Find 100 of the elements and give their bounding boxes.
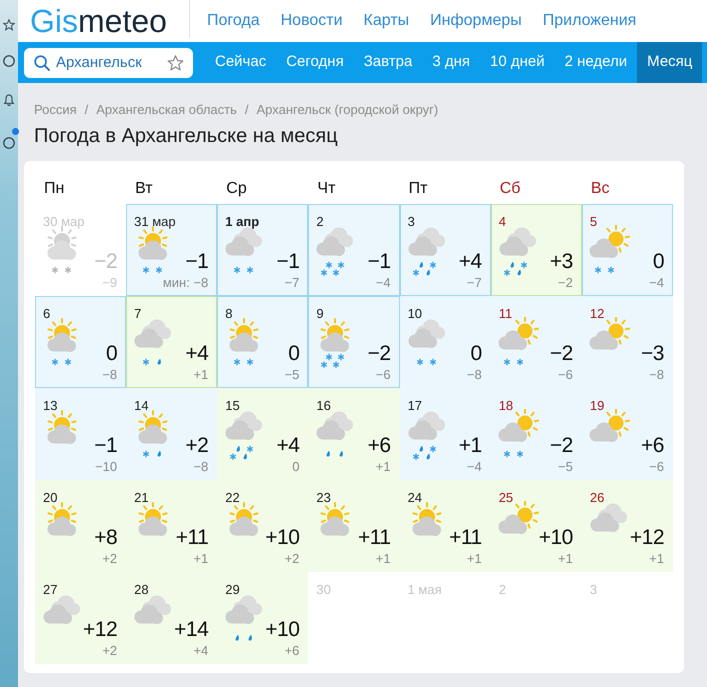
- sun-cloud-icon: [319, 501, 352, 537]
- day-cell[interactable]: 12 −3 −8: [582, 296, 673, 388]
- day-temp: +11: [358, 527, 391, 549]
- clouds-sleet-icon: [134, 317, 172, 366]
- day-cell[interactable]: 19 +6 −6: [582, 388, 673, 480]
- day-min-temp: +2: [284, 552, 300, 565]
- day-date: 30: [316, 582, 331, 597]
- day-cell[interactable]: 2 −1 −4: [308, 204, 400, 296]
- day-cell[interactable]: 5 0 −4: [582, 204, 673, 296]
- day-date: 17: [408, 398, 422, 413]
- day-cell[interactable]: 18 −2 −5: [490, 388, 582, 480]
- day-cell[interactable]: 21 +11 +1: [126, 480, 218, 572]
- day-date: 30 мар: [43, 214, 84, 229]
- day-min-temp: −8: [193, 460, 208, 473]
- day-min-temp: −10: [95, 460, 118, 473]
- sun-cloud-icon: [46, 409, 78, 445]
- day-date: 6: [43, 306, 50, 321]
- circle-icon[interactable]: [3, 137, 15, 149]
- sun-cloud-icon: [588, 409, 630, 443]
- day-cell[interactable]: 25 +10 +1: [490, 480, 582, 572]
- search-icon: [34, 54, 50, 70]
- search-field[interactable]: Архангельск: [24, 48, 193, 78]
- day-date: 25: [498, 490, 514, 505]
- clouds-snow-icon: [408, 317, 446, 366]
- day-min-temp: −8: [649, 368, 664, 381]
- day-min-temp: +1: [649, 552, 664, 565]
- tab[interactable]: Месяц: [637, 42, 702, 83]
- day-cell[interactable]: 22 +10 +2: [217, 480, 308, 572]
- day-min-temp: 0: [292, 460, 300, 473]
- sun-cloud-icon: [137, 501, 170, 537]
- day-cell[interactable]: 29 +10 +6: [217, 572, 308, 664]
- breadcrumb-separator: /: [244, 102, 249, 118]
- circle-icon[interactable]: [3, 55, 15, 67]
- day-cell[interactable]: 14 +2 −8: [126, 388, 218, 480]
- nav-link[interactable]: Новости: [280, 11, 343, 31]
- day-cell[interactable]: 8 0 −5: [217, 296, 308, 388]
- day-min-temp: +1: [376, 460, 391, 473]
- day-cell[interactable]: 4 +3 −2: [490, 204, 582, 296]
- day-cell[interactable]: 20 +8 +2: [35, 480, 126, 572]
- day-date: 10: [408, 306, 422, 321]
- sun-cloud-snow-icon: [228, 317, 260, 366]
- day-cell[interactable]: 3 +4 −7: [400, 204, 491, 296]
- day-cell[interactable]: 10 0 −8: [400, 296, 491, 388]
- day-cell[interactable]: 15 +4 0: [217, 388, 308, 480]
- day-cell[interactable]: 9 −2 −6: [308, 296, 400, 388]
- day-temp: +10: [265, 527, 300, 549]
- weekday-label: Сб: [500, 180, 520, 198]
- day-date: 23: [316, 490, 331, 505]
- day-cell[interactable]: 27 +12 +2: [35, 572, 126, 664]
- day-date: 24: [408, 490, 422, 505]
- day-cell[interactable]: 24 +11 +1: [400, 480, 491, 572]
- nav-link[interactable]: Карты: [364, 11, 410, 31]
- page-title: Погода в Архангельске на месяц: [34, 124, 339, 149]
- day-cell[interactable]: 17 +1 −4: [400, 388, 491, 480]
- sun-cloud-snow-icon: [498, 317, 539, 366]
- bell-icon[interactable]: [3, 94, 15, 106]
- day-cell[interactable]: 11 −2 −6: [490, 296, 582, 388]
- star-icon[interactable]: [167, 54, 184, 70]
- logo[interactable]: Gismeteo: [30, 3, 167, 39]
- day-cell[interactable]: 7 +4 +1: [126, 296, 218, 388]
- day-temp: 0: [288, 343, 300, 365]
- day-cell[interactable]: 26 +12 +1: [582, 480, 673, 572]
- day-temp: +10: [265, 619, 300, 641]
- day-cell[interactable]: 13 −1 −10: [35, 388, 126, 480]
- day-temp: −2: [368, 343, 391, 365]
- day-date: 1 апр: [225, 214, 260, 229]
- day-cell[interactable]: 1 апр −1 −7: [217, 204, 308, 296]
- day-cell[interactable]: 28 +14 +4: [126, 572, 218, 664]
- day-date: 19: [590, 398, 604, 413]
- day-date: 2: [316, 214, 324, 229]
- day-temp: 0: [106, 343, 118, 365]
- day-temp: −1: [94, 435, 118, 457]
- star-icon[interactable]: [3, 19, 15, 31]
- day-cell[interactable]: 31 мар −1 мин: −8: [126, 204, 218, 296]
- day-date: 28: [134, 582, 149, 597]
- day-temp: −1: [185, 251, 208, 273]
- day-date: 4: [498, 214, 506, 229]
- day-temp: −2: [550, 435, 573, 457]
- day-date: 13: [43, 398, 58, 413]
- nav-link[interactable]: Погода: [206, 11, 260, 31]
- day-date: 20: [43, 490, 58, 505]
- clouds-sleet-icon: [408, 225, 446, 276]
- day-cell[interactable]: 6 0 −8: [35, 296, 126, 388]
- day-min-temp: −6: [649, 460, 664, 473]
- day-date: 31 мар: [134, 214, 176, 229]
- day-temp: +2: [185, 435, 208, 457]
- sun-cloud-icon: [228, 501, 260, 537]
- sun-cloud-sleet-icon: [137, 409, 170, 458]
- weekday-label: Пн: [44, 180, 64, 198]
- day-cell[interactable]: 16 +6 +1: [308, 388, 400, 480]
- day-date: 12: [590, 306, 604, 321]
- day-temp: +6: [368, 435, 391, 457]
- nav-link[interactable]: Информеры: [430, 11, 522, 31]
- weekday-label: Ср: [226, 180, 247, 198]
- day-cell[interactable]: 23 +11 +1: [308, 480, 400, 572]
- sun-cloud-icon: [46, 501, 78, 537]
- nav-link[interactable]: Приложения: [542, 11, 636, 31]
- clouds-icon: [134, 593, 172, 626]
- day-temp: −3: [641, 343, 664, 365]
- day-min-temp: −6: [376, 368, 391, 381]
